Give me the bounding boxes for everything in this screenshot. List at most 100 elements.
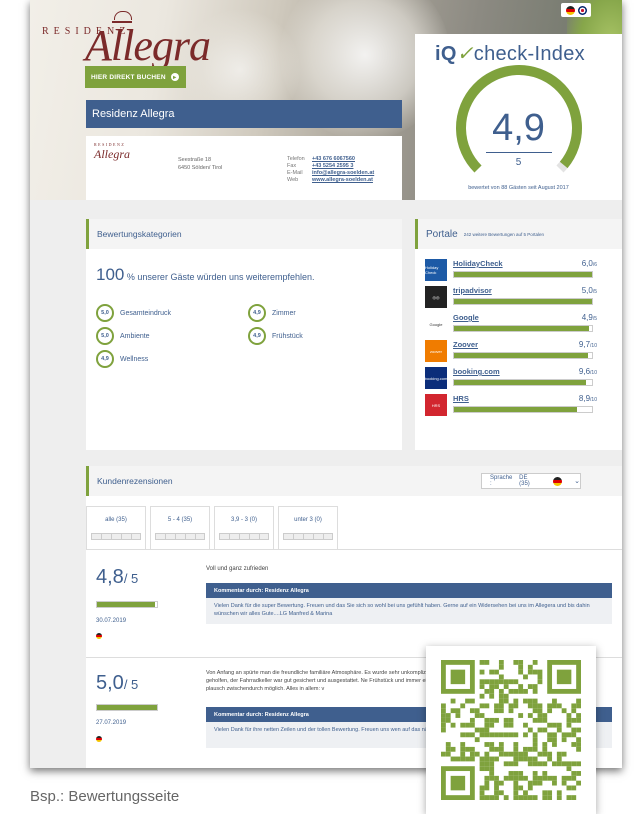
label-phone: Telefon: [287, 156, 305, 162]
category-label: Wellness: [120, 355, 149, 363]
comment-body: Vielen Dank für die super Bewertung. Fre…: [206, 598, 612, 624]
email-link[interactable]: info@allegra-soelden.at: [312, 170, 374, 177]
iq-score-max: 5: [515, 157, 522, 168]
review-text: Von Anfang an spürte man die freundliche…: [206, 670, 446, 692]
portal-score-max: /5: [592, 316, 597, 322]
tab-label: alle (35): [105, 517, 127, 523]
mini-logo: RESIDENZ Allegra: [94, 142, 130, 162]
language-select[interactable]: Sprache : DE (35) ⌄: [481, 473, 581, 489]
portal-row: HRS HRS 8,9/10: [425, 394, 609, 418]
qr-code-card: [426, 646, 596, 814]
portal-rating-fill: [454, 326, 590, 331]
flag-de-icon: [553, 476, 563, 486]
review-score: 5,0/ 5: [96, 672, 138, 695]
portal-name-link[interactable]: Google: [453, 313, 479, 322]
review-score-max: / 5: [123, 571, 139, 586]
iq-note: bewertet von 88 Gästen seit August 2017: [468, 185, 569, 191]
caption: Bsp.: Bewertungsseite: [30, 788, 180, 805]
review-score-max: / 5: [123, 677, 139, 692]
portal-logo-icon: Holiday Check: [425, 259, 447, 281]
language-label: Sprache :: [490, 475, 513, 487]
flag-de-icon[interactable]: [565, 5, 575, 15]
portal-rating-bar: [453, 352, 593, 359]
portal-logo-icon: zoover: [425, 340, 447, 362]
portal-rating-bar: [453, 298, 593, 305]
portal-rating-fill: [454, 299, 592, 304]
portal-rating-fill: [454, 407, 577, 412]
tab-3-9-3[interactable]: 3,9 - 3 (0): [214, 506, 274, 550]
category-item: 5,0 Ambiente: [96, 327, 150, 345]
portal-score: 4,9/5: [582, 313, 597, 322]
recommend-line: 100 % unserer Gäste würden uns weiteremp…: [96, 265, 315, 285]
contact-labels: Telefon Fax E-Mail Web: [287, 156, 305, 184]
portal-score-max: /10: [590, 343, 597, 349]
portal-score: 9,7/10: [579, 340, 597, 349]
tab-under-3[interactable]: unter 3 (0): [278, 506, 338, 550]
review-rating-fill: [97, 705, 157, 710]
recommend-percent: 100: [96, 265, 125, 284]
review-score: 4,8/ 5: [96, 566, 138, 589]
category-score-badge: 5,0: [96, 304, 114, 322]
portal-name-link[interactable]: tripadvisor: [453, 286, 492, 295]
label-web: Web: [287, 177, 299, 183]
portal-score-value: 8,9: [578, 394, 591, 403]
tab-rating-bar: [283, 533, 333, 540]
portal-rating-bar: [453, 325, 593, 332]
portal-score: 9,6/10: [579, 367, 597, 376]
category-score-badge: 4,9: [248, 327, 266, 345]
portal-name-link[interactable]: Zoover: [453, 340, 478, 349]
review-rating-bar: [96, 704, 158, 711]
portal-score-max: /6: [592, 262, 597, 268]
reviews-title: Kundenrezensionen: [97, 476, 173, 486]
contact-values: +43 676 6067560 +43 5254 2595 3 info@all…: [312, 156, 374, 184]
portals-header: Portale 242 weitere Bewertungen auf 5 Po…: [415, 219, 622, 249]
comment-header: Kommentar durch: Residenz Allegra: [206, 583, 612, 598]
portal-score: 5,0/5: [582, 286, 597, 295]
recommend-text: unserer Gäste würden uns weiterempfehlen…: [137, 272, 315, 282]
percent-sign: %: [126, 272, 135, 282]
portal-row: Holiday Check HolidayCheck 6,0/6: [425, 259, 609, 283]
tab-all[interactable]: alle (35): [86, 506, 146, 550]
categories-title: Bewertungskategorien: [97, 229, 182, 239]
portal-logo-icon: Google: [425, 313, 447, 335]
mini-logo-text: Allegra: [94, 147, 130, 161]
portal-logo-icon: booking.com: [425, 367, 447, 389]
web-link[interactable]: www.allegra-soelden.at: [312, 177, 374, 184]
category-item: 4,9 Wellness: [96, 350, 148, 368]
language-value: DE (35): [519, 475, 530, 487]
phone-link[interactable]: +43 676 6067560: [312, 156, 374, 163]
flag-de-icon: [96, 633, 102, 639]
label-email: E-Mail: [287, 170, 303, 176]
category-label: Zimmer: [272, 309, 296, 317]
portal-score-max: /10: [590, 370, 597, 376]
portal-rating-bar: [453, 406, 593, 413]
portal-row: booking.com booking.com 9,6/10: [425, 367, 609, 391]
flag-uk-icon[interactable]: [577, 5, 587, 15]
portal-score-value: 6,0: [581, 259, 593, 268]
portal-name-link[interactable]: HolidayCheck: [453, 259, 503, 268]
language-flags: [561, 3, 591, 17]
portal-score: 8,9/10: [579, 394, 597, 403]
hotel-name-bar: Residenz Allegra: [86, 100, 402, 128]
address-street: Seestraße 18: [178, 157, 212, 163]
category-score-badge: 5,0: [96, 327, 114, 345]
fax-link[interactable]: +43 5254 2595 3: [312, 163, 374, 170]
hotel-name: Residenz Allegra: [92, 108, 175, 120]
address-city: 6450 Sölden/ Tirol: [178, 165, 223, 171]
tab-rating-bar: [155, 533, 205, 540]
portal-rating-bar: [453, 379, 593, 386]
tab-label: unter 3 (0): [294, 517, 322, 523]
book-direct-button[interactable]: HIER DIREKT BUCHEN ▸: [85, 66, 186, 88]
portal-name-link[interactable]: booking.com: [453, 367, 500, 376]
category-item: 5,0 Gesamteindruck: [96, 304, 171, 322]
portal-score: 6,0/6: [582, 259, 597, 268]
portal-row: Google Google 4,9/5: [425, 313, 609, 337]
tab-5-4[interactable]: 5 - 4 (35): [150, 506, 210, 550]
score-divider: [486, 152, 552, 153]
portal-name-link[interactable]: HRS: [453, 394, 469, 403]
label-fax: Fax: [287, 163, 297, 169]
review-score-value: 4,8: [96, 566, 124, 588]
iq-check-panel: iQ✓check-Index 4,9 5 bewertet von 88 Gäs…: [415, 34, 622, 200]
category-score-badge: 4,9: [96, 350, 114, 368]
portal-rating-bar: [453, 271, 593, 278]
